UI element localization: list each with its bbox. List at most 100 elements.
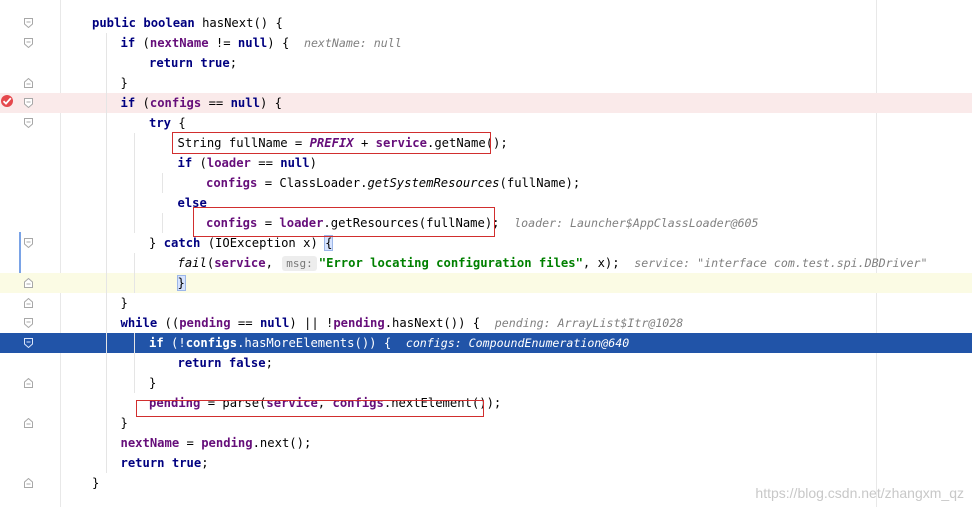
code-line[interactable]: if (nextName != null) { nextName: null bbox=[0, 33, 972, 53]
code-text[interactable]: return true; bbox=[149, 53, 237, 73]
code-token: ; bbox=[265, 356, 273, 370]
code-token: == bbox=[230, 316, 260, 330]
code-token: ( bbox=[142, 96, 150, 110]
indent-guide bbox=[134, 253, 135, 293]
fold-close-icon[interactable] bbox=[24, 418, 33, 428]
code-token: , bbox=[265, 256, 281, 270]
code-token: null bbox=[280, 156, 310, 170]
code-token: (! bbox=[171, 336, 186, 350]
code-text[interactable]: } bbox=[92, 473, 99, 493]
code-line[interactable]: return true; bbox=[0, 453, 972, 473]
code-token: configs bbox=[206, 176, 258, 190]
code-line[interactable]: return false; bbox=[0, 353, 972, 373]
code-line[interactable]: try { bbox=[0, 113, 972, 133]
code-line[interactable]: } bbox=[0, 293, 972, 313]
fold-close-icon[interactable] bbox=[24, 378, 33, 388]
code-line[interactable]: fail(service, msg: "Error locating config… bbox=[0, 253, 972, 273]
code-token: catch bbox=[163, 236, 208, 250]
fold-close-icon[interactable] bbox=[24, 478, 33, 488]
code-text[interactable]: configs = ClassLoader.getSystemResources… bbox=[206, 173, 580, 193]
indent-guide bbox=[134, 133, 135, 233]
code-token: ( bbox=[142, 36, 150, 50]
code-token: ) || ! bbox=[289, 316, 334, 330]
code-token: pending bbox=[179, 316, 231, 330]
code-text[interactable]: } bbox=[176, 273, 186, 293]
code-token: } bbox=[149, 236, 164, 250]
code-line[interactable]: if (loader == null) bbox=[0, 153, 972, 173]
debug-value-hint: configs: CompoundEnumeration@640 bbox=[405, 336, 630, 350]
code-text[interactable]: if (configs == null) { bbox=[121, 93, 282, 113]
code-token: nextName bbox=[120, 436, 180, 450]
fold-open-icon[interactable] bbox=[24, 318, 33, 328]
fold-close-icon[interactable] bbox=[24, 78, 33, 88]
code-line[interactable]: return true; bbox=[0, 53, 972, 73]
code-text[interactable]: } bbox=[121, 293, 128, 313]
parameter-hint: msg: bbox=[282, 256, 317, 271]
code-token: ; bbox=[201, 456, 209, 470]
code-token: fail bbox=[177, 256, 207, 270]
code-text[interactable]: } bbox=[121, 413, 128, 433]
code-token: { bbox=[178, 116, 186, 130]
debug-value-hint: service: "interface com.test.spi.DBDrive… bbox=[634, 256, 928, 270]
code-token: } bbox=[176, 275, 186, 291]
code-line[interactable]: while ((pending == null) || !pending.has… bbox=[0, 313, 972, 333]
code-token: service bbox=[214, 256, 266, 270]
code-token: ) bbox=[309, 156, 317, 170]
code-text[interactable]: nextName = pending.next(); bbox=[121, 433, 312, 453]
code-token: (IOException x) bbox=[207, 236, 326, 250]
code-line[interactable]: } bbox=[0, 73, 972, 93]
code-line[interactable]: if (configs == null) { bbox=[0, 93, 972, 113]
code-line[interactable]: nextName = pending.next(); bbox=[0, 433, 972, 453]
code-line[interactable]: } bbox=[0, 273, 972, 293]
code-token: == bbox=[201, 96, 231, 110]
indent-guide bbox=[162, 173, 163, 193]
code-token: = bbox=[179, 436, 202, 450]
code-token: return bbox=[120, 456, 172, 470]
code-text[interactable]: } bbox=[121, 73, 128, 93]
code-token: ) { bbox=[259, 96, 282, 110]
code-line[interactable]: public boolean hasNext() { bbox=[0, 13, 972, 33]
code-token: ( bbox=[199, 156, 207, 170]
code-token: null bbox=[237, 36, 268, 50]
code-line[interactable]: if (!configs.hasMoreElements()) { config… bbox=[0, 333, 972, 353]
fold-open-icon[interactable] bbox=[24, 18, 33, 28]
fold-open-icon[interactable] bbox=[24, 38, 33, 48]
code-text[interactable]: if (!configs.hasMoreElements()) { config… bbox=[149, 333, 629, 353]
fold-open-icon[interactable] bbox=[24, 338, 33, 348]
fold-open-icon[interactable] bbox=[24, 238, 33, 248]
code-token: if bbox=[149, 336, 172, 350]
code-token: configs bbox=[185, 336, 238, 350]
code-token: getSystemResources bbox=[367, 176, 500, 190]
breakpoint-icon[interactable] bbox=[0, 93, 14, 107]
code-text[interactable]: } bbox=[149, 373, 156, 393]
code-token: == bbox=[250, 156, 281, 170]
code-token: ; bbox=[229, 56, 238, 70]
code-line[interactable]: } bbox=[0, 373, 972, 393]
code-token: .next(); bbox=[252, 436, 312, 450]
code-text[interactable]: if (loader == null) bbox=[178, 153, 317, 173]
code-token: while bbox=[120, 316, 165, 330]
indent-guide bbox=[106, 33, 107, 473]
code-token: pending bbox=[333, 316, 385, 330]
fold-close-icon[interactable] bbox=[24, 298, 33, 308]
code-token: if bbox=[120, 96, 143, 110]
code-editor[interactable]: public boolean hasNext() {if (nextName !… bbox=[0, 0, 972, 507]
code-text[interactable]: try { bbox=[149, 113, 186, 133]
code-token: = ClassLoader. bbox=[257, 176, 368, 190]
fold-close-icon[interactable] bbox=[24, 278, 33, 288]
code-line[interactable]: configs = ClassLoader.getSystemResources… bbox=[0, 173, 972, 193]
code-token: } bbox=[92, 476, 100, 490]
code-text[interactable]: return false; bbox=[178, 353, 273, 373]
code-text[interactable]: public boolean hasNext() { bbox=[92, 13, 283, 33]
fold-open-icon[interactable] bbox=[24, 98, 33, 108]
code-token: true bbox=[171, 456, 202, 470]
indent-guide bbox=[162, 213, 163, 233]
fold-open-icon[interactable] bbox=[24, 118, 33, 128]
code-text[interactable]: return true; bbox=[121, 453, 209, 473]
highlight-box-parse bbox=[136, 400, 484, 417]
code-token: loader bbox=[206, 156, 251, 170]
code-text[interactable]: if (nextName != null) { nextName: null bbox=[121, 33, 402, 53]
code-text[interactable]: fail(service, msg: "Error locating config… bbox=[177, 253, 928, 273]
code-text[interactable]: while ((pending == null) || !pending.has… bbox=[121, 313, 684, 333]
code-token: boolean bbox=[143, 16, 203, 30]
